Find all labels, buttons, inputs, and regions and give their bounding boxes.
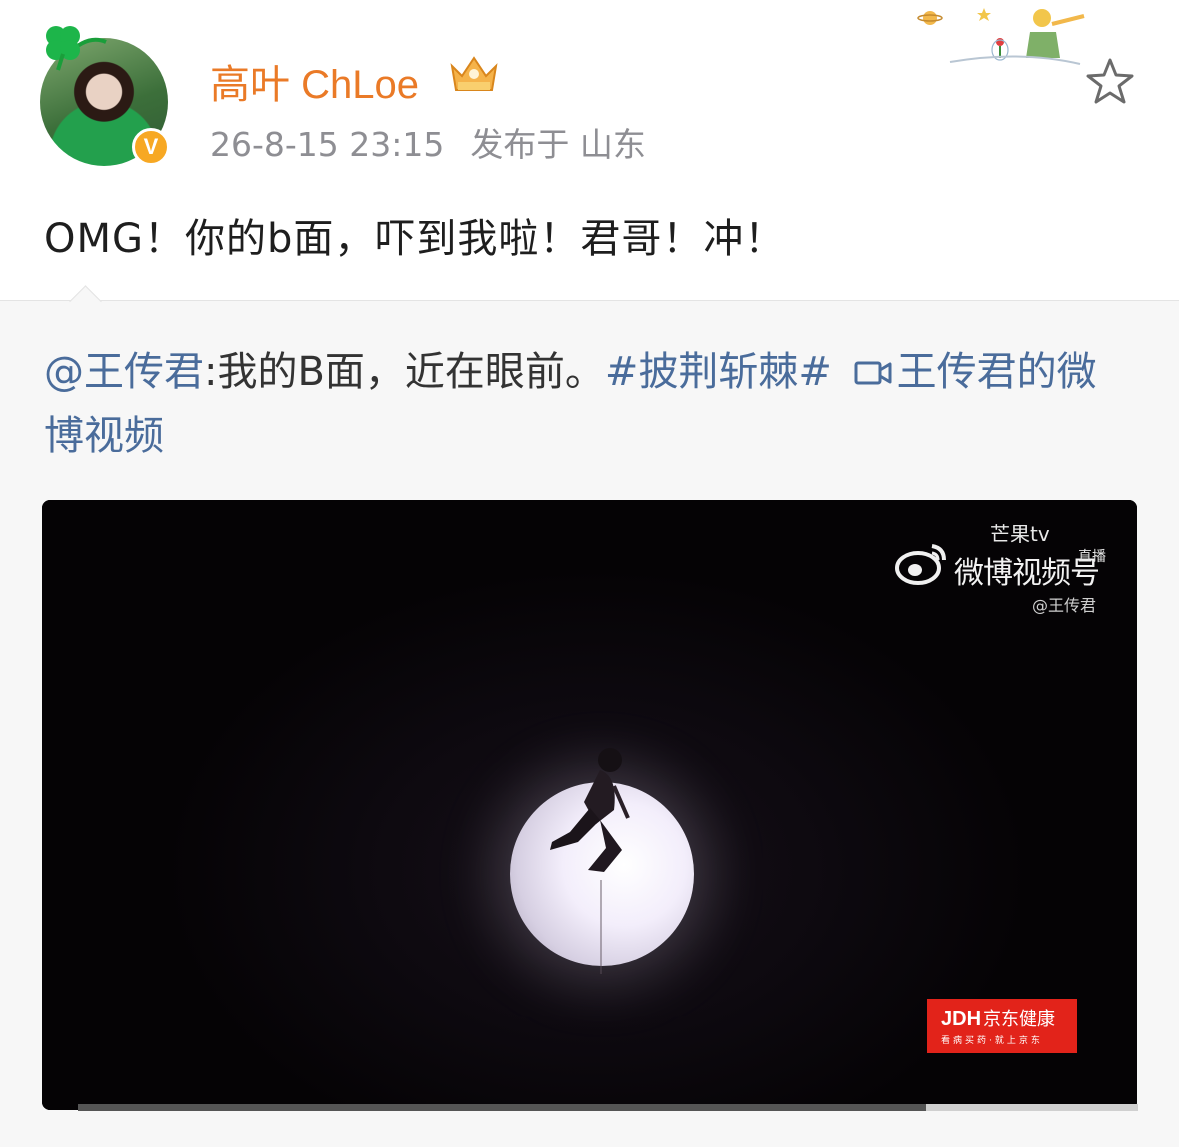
avatar[interactable]: V (40, 26, 170, 166)
little-prince-decoration-icon (917, 8, 1085, 65)
jd-logo: JDH (941, 1008, 982, 1030)
video-rope (600, 880, 602, 974)
post-timestamp: 26-8-15 23:15 (210, 125, 445, 164)
post-header: V 高叶 ChLoe 26-8-15 23:15 发布于 山东 OMG！你的b面，… (0, 0, 1179, 300)
watermark-mango-tv: 芒果tv (990, 522, 1050, 546)
video-camera-icon[interactable] (853, 358, 893, 388)
post-location: 发布于 山东 (470, 125, 646, 164)
video-progress-fill (78, 1104, 926, 1111)
repost-body: :我的B面，近在眼前。 (204, 349, 605, 395)
jd-slogan: 看病买药·就上京东 (941, 1036, 1043, 1046)
video-watermark: 芒果tv 微博视频号 直播 @王传君 (894, 518, 1134, 615)
mention-link[interactable]: @王传君 (44, 349, 204, 395)
clover-icon (46, 26, 107, 71)
username[interactable]: 高叶 ChLoe (210, 52, 419, 110)
post-text: OMG！你的b面，吓到我啦！君哥！冲！ (44, 216, 786, 262)
video-player[interactable]: 芒果tv 微博视频号 直播 @王传君 JDH 京东健康 看病买药·就上京东 (42, 500, 1137, 1110)
video-performer-figure (550, 748, 630, 872)
video-progress-bar[interactable] (78, 1104, 1138, 1111)
post-meta: 26-8-15 23:15 发布于 山东 (210, 118, 672, 166)
repost-text: @王传君:我的B面，近在眼前。#披荆斩棘# 王传君的微博视频 (44, 340, 1134, 468)
watermark-user: @王传君 (1032, 596, 1097, 615)
jd-name: 京东健康 (983, 1009, 1056, 1030)
hashtag-link[interactable]: #披荆斩棘# (605, 349, 832, 395)
weibo-logo-icon (895, 544, 946, 585)
verified-badge-icon: V (132, 128, 170, 166)
crown-vip-icon[interactable] (446, 52, 502, 96)
jd-health-ad: JDH 京东健康 看病买药·就上京东 (927, 999, 1077, 1053)
star-favorite-icon[interactable] (1084, 56, 1136, 108)
watermark-live: 直播 (1078, 549, 1106, 565)
